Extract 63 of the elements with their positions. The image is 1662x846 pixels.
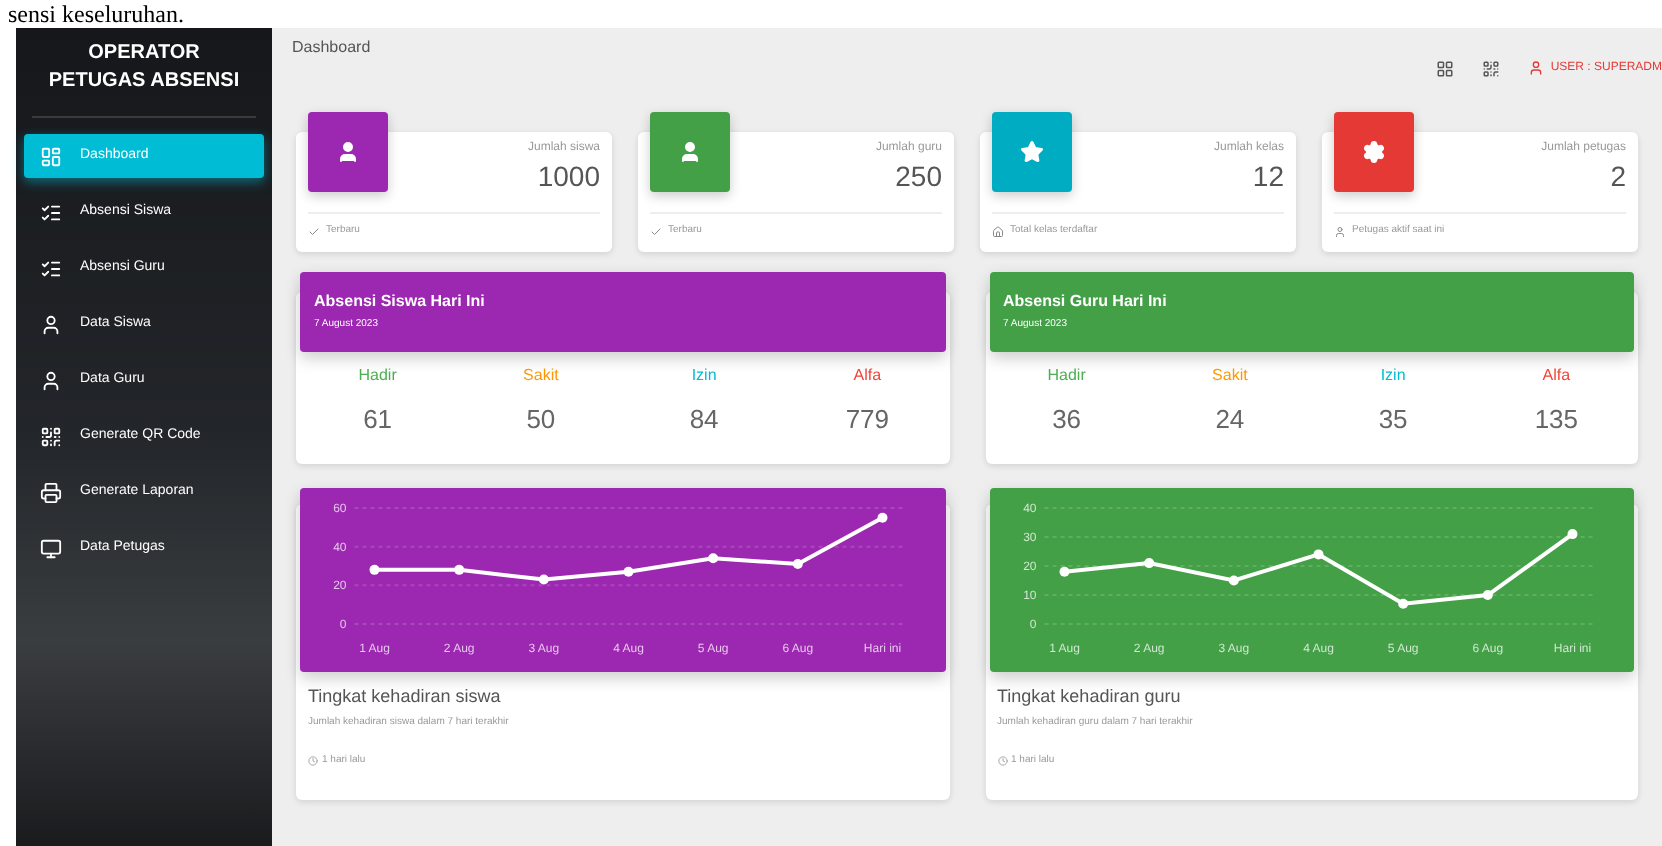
clock-icon: [997, 756, 1007, 767]
data-point: [454, 564, 465, 575]
house-icon: [992, 225, 1004, 237]
status-label: Alfa: [1542, 364, 1571, 388]
status-label: Hadir: [1047, 364, 1086, 388]
qr-code-icon: [40, 425, 62, 447]
sidebar-subtitle: PETUGAS ABSENSI: [48, 68, 240, 96]
data-point: [1481, 590, 1492, 600]
status-count: 779: [845, 402, 890, 438]
status-label: Sakit: [1212, 364, 1248, 388]
sidebar-title: OPERATOR: [88, 40, 200, 68]
data-point: [369, 564, 380, 575]
check-icon: [650, 225, 662, 237]
status-count: 50: [526, 402, 556, 438]
stat-value: 1000: [537, 158, 600, 194]
printer-icon: [40, 481, 62, 503]
status-count: 84: [689, 402, 719, 438]
checklist-icon: [40, 257, 62, 279]
data-point: [538, 574, 549, 585]
stat-value: 2: [1610, 158, 1626, 194]
status-count: 135: [1534, 402, 1579, 438]
data-point: [708, 553, 719, 564]
chart-title: Tingkat kehadiran siswa: [306, 684, 503, 710]
status-count: 36: [1052, 402, 1082, 438]
status-label: Hadir: [358, 364, 397, 388]
stat-value: 250: [895, 158, 942, 194]
dashboard-icon: [40, 145, 62, 167]
stat-value: 12: [1252, 158, 1284, 194]
data-point: [1058, 566, 1069, 577]
data-point: [1397, 598, 1408, 609]
data-point: [1312, 549, 1323, 560]
clock-icon: [308, 756, 318, 767]
data-point: [877, 512, 888, 523]
data-point: [792, 559, 803, 570]
user-icon: [1528, 60, 1545, 76]
attendance-title: Absensi Siswa Hari Ini: [314, 290, 487, 315]
status-count: 24: [1215, 402, 1245, 438]
user-icon: [40, 313, 62, 335]
user-icon: [1334, 225, 1346, 237]
status-label: Alfa: [853, 364, 882, 388]
attendance-title: Absensi Guru Hari Ini: [1003, 290, 1169, 315]
data-point: [1566, 529, 1577, 540]
checklist-icon: [40, 201, 62, 223]
qr-code-icon[interactable]: [1482, 59, 1501, 77]
dashboard-icon[interactable]: [1436, 59, 1455, 77]
status-count: 61: [363, 402, 393, 438]
user-icon: [40, 369, 62, 391]
page-title: Dashboard: [292, 36, 371, 60]
status-count: 35: [1378, 402, 1408, 438]
status-label: Izin: [691, 364, 717, 388]
chart-title: Tingkat kehadiran guru: [995, 684, 1183, 710]
data-point: [1227, 575, 1238, 586]
status-label: Izin: [1380, 364, 1406, 388]
monitor-icon: [40, 537, 62, 559]
user-icon: [336, 140, 360, 164]
star-icon: [1020, 140, 1044, 164]
data-point: [1143, 558, 1154, 569]
settings-icon: [1362, 140, 1386, 164]
document-caption: sensi keseluruhan.: [8, 0, 184, 28]
status-label: Sakit: [523, 364, 559, 388]
user-icon: [678, 140, 702, 164]
check-icon: [308, 225, 320, 237]
data-point: [623, 566, 634, 577]
